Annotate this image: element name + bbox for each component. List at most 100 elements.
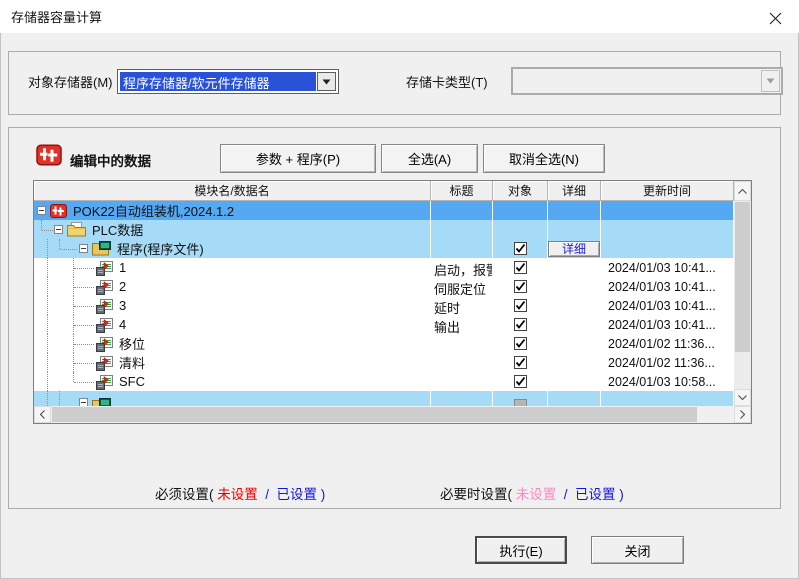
editing-data-title: 编辑中的数据 xyxy=(70,150,151,170)
table-row[interactable]: 1启动，报警2024/01/03 10:41... xyxy=(34,258,734,277)
title-cell xyxy=(431,201,493,220)
column-header-title: 标题 xyxy=(431,181,493,201)
tree-node-label: PLC数据 xyxy=(91,220,143,239)
table-row[interactable]: POK22自动组装机,2024.1.2 xyxy=(34,201,734,220)
card-type-value xyxy=(514,70,760,92)
table-header: 模块名/数据名 标题 对象 详细 更新时间 xyxy=(34,181,734,201)
tree-expander-icon[interactable] xyxy=(54,225,63,234)
tree-cell: 程序(程序文件) xyxy=(34,239,431,258)
table-row[interactable]: 程序(程序文件) 详细 xyxy=(34,239,734,258)
required-unset-label: 未设置 xyxy=(217,487,258,502)
tree-node-label: 移位 xyxy=(118,334,145,353)
deselect-all-button[interactable]: 取消全选(N) xyxy=(483,144,605,173)
scroll-up-icon[interactable] xyxy=(734,181,751,201)
project-icon xyxy=(50,203,67,219)
vertical-scrollbar[interactable] xyxy=(734,181,751,406)
tree-node-label: 清料 xyxy=(118,353,145,372)
target-cell xyxy=(493,258,548,277)
table-row[interactable]: 2伺服定位2024/01/03 10:41... xyxy=(34,277,734,296)
updated-cell: 2024/01/03 10:41... xyxy=(601,315,734,334)
close-icon[interactable] xyxy=(765,8,785,28)
chevron-down-icon[interactable] xyxy=(317,72,336,91)
program-file-icon xyxy=(96,317,113,333)
target-checkbox[interactable] xyxy=(514,337,527,350)
target-checkbox[interactable] xyxy=(514,261,527,274)
target-cell xyxy=(493,201,548,220)
target-cell xyxy=(493,315,548,334)
table-row[interactable]: 清料2024/01/02 11:36... xyxy=(34,353,734,372)
target-checkbox[interactable] xyxy=(514,280,527,293)
detail-cell xyxy=(548,334,601,353)
optional-unset-label: 未设置 xyxy=(516,487,557,502)
title-cell xyxy=(431,372,493,391)
horizontal-scrollbar[interactable] xyxy=(34,406,751,423)
target-cell xyxy=(493,277,548,296)
detail-cell xyxy=(548,372,601,391)
target-checkbox[interactable] xyxy=(514,299,527,312)
title-bar: 存储器容量计算 xyxy=(0,0,799,33)
dialog-title: 存储器容量计算 xyxy=(11,7,102,26)
tree-cell: 2 xyxy=(34,277,431,296)
chevron-down-icon xyxy=(761,70,780,92)
updated-cell xyxy=(601,201,734,220)
title-cell xyxy=(431,239,493,258)
vertical-scroll-thumb[interactable] xyxy=(735,202,750,352)
detail-cell xyxy=(548,201,601,220)
tree-expander-icon[interactable] xyxy=(37,206,46,215)
target-memory-select[interactable]: 程序存储器/软元件存储器 xyxy=(117,69,339,94)
scroll-right-icon[interactable] xyxy=(734,406,751,423)
tree-cell: SFC xyxy=(34,372,431,391)
column-header-updated: 更新时间 xyxy=(601,181,734,201)
select-all-button[interactable]: 全选(A) xyxy=(381,144,478,173)
required-legend: 必须设置( 未设置 / 已设置 ) xyxy=(155,483,325,503)
table-row[interactable]: 移位2024/01/02 11:36... xyxy=(34,334,734,353)
tree-cell: 4 xyxy=(34,315,431,334)
table-row[interactable]: SFC 2024/01/03 10:58... xyxy=(34,372,734,391)
column-header-name: 模块名/数据名 xyxy=(34,181,431,201)
updated-cell: 2024/01/03 10:58... xyxy=(601,372,734,391)
table-row[interactable]: PLC数据 xyxy=(34,220,734,239)
detail-cell xyxy=(548,315,601,334)
target-checkbox-disabled xyxy=(514,399,527,406)
target-cell xyxy=(493,372,548,391)
title-cell xyxy=(431,334,493,353)
target-checkbox[interactable] xyxy=(514,356,527,369)
table-row[interactable]: 3延时2024/01/03 10:41... xyxy=(34,296,734,315)
close-button[interactable]: 关闭 xyxy=(591,536,684,564)
target-checkbox[interactable] xyxy=(514,242,527,255)
execute-button[interactable]: 执行(E) xyxy=(475,536,567,564)
updated-cell xyxy=(601,239,734,258)
program-file-icon xyxy=(96,374,113,390)
updated-cell xyxy=(601,391,734,406)
optional-legend: 必要时设置( 未设置 / 已设置 ) xyxy=(440,483,624,503)
tree-expander-icon[interactable] xyxy=(79,398,88,406)
table-row[interactable]: 4输出2024/01/03 10:41... xyxy=(34,315,734,334)
horizontal-scroll-thumb[interactable] xyxy=(52,407,697,422)
tree-expander-icon[interactable] xyxy=(79,244,88,253)
detail-button[interactable]: 详细 xyxy=(548,241,600,257)
tree-node-label: 1 xyxy=(118,260,126,275)
scroll-down-icon[interactable] xyxy=(734,389,751,406)
program-folder-icon xyxy=(92,241,111,256)
target-checkbox[interactable] xyxy=(514,375,527,388)
title-cell xyxy=(431,220,493,239)
detail-cell xyxy=(548,258,601,277)
tree-cell: 移位 xyxy=(34,334,431,353)
tree-cell: 1 xyxy=(34,258,431,277)
target-cell xyxy=(493,334,548,353)
optional-set-label: 已设置 xyxy=(575,487,616,502)
project-icon xyxy=(36,143,62,172)
data-table: 模块名/数据名 标题 对象 详细 更新时间 POK22自动组装机,2024.1.… xyxy=(33,180,752,424)
target-memory-label: 对象存储器(M) xyxy=(28,72,113,91)
target-cell xyxy=(493,353,548,372)
detail-cell: 详细 xyxy=(548,239,601,258)
program-folder-icon xyxy=(92,398,111,406)
title-cell: 伺服定位 xyxy=(431,277,493,296)
target-checkbox[interactable] xyxy=(514,318,527,331)
updated-cell: 2024/01/03 10:41... xyxy=(601,258,734,277)
table-row[interactable] xyxy=(34,391,734,406)
column-header-detail: 详细 xyxy=(548,181,601,201)
param-program-button[interactable]: 参数 + 程序(P) xyxy=(220,144,376,173)
scroll-left-icon[interactable] xyxy=(34,406,51,423)
detail-cell xyxy=(548,296,601,315)
